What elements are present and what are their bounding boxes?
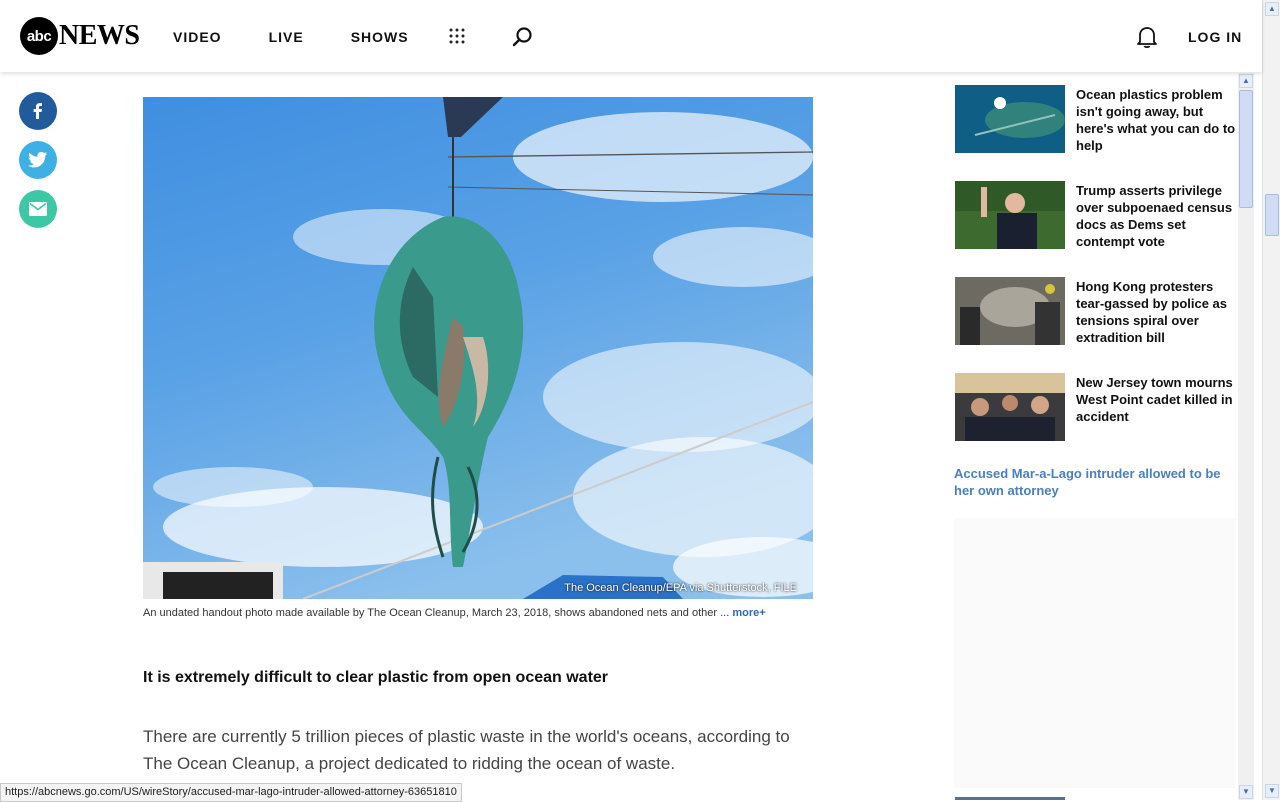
apps-grid-icon[interactable] <box>448 27 466 45</box>
ocean-nets-image <box>143 97 813 599</box>
sidebar-story[interactable]: New Jersey town mourns West Point cadet … <box>955 373 1238 441</box>
scroll-up-arrow-icon[interactable]: ▲ <box>1239 74 1253 88</box>
site-header: abc NEWS VIDEO LIVE SHOWS LOG IN <box>0 0 1262 72</box>
story-thumbnail <box>955 181 1065 249</box>
story-thumbnail <box>955 277 1065 345</box>
ad-placeholder <box>954 518 1236 788</box>
scrollbar-thumb[interactable] <box>1239 90 1253 208</box>
facebook-share-button[interactable] <box>19 92 57 130</box>
notification-bell-icon[interactable] <box>1136 25 1158 49</box>
related-stories-sidebar: Ocean plastics problem isn't going away,… <box>944 72 1238 800</box>
story-thumbnail <box>955 85 1065 153</box>
main-nav: VIDEO LIVE SHOWS <box>173 29 456 45</box>
page-scrollbar[interactable]: ▲ ▼ <box>1262 0 1280 800</box>
abc-logo-mark: abc <box>20 17 58 55</box>
twitter-share-button[interactable] <box>19 141 57 179</box>
caption-more-link[interactable]: more+ <box>732 607 765 619</box>
related-story-link[interactable]: Accused Mar-a-Lago intruder allowed to b… <box>954 465 1236 499</box>
caption-text: An undated handout photo made available … <box>143 607 730 619</box>
sidebar-scrollbar[interactable]: ▲ ▼ <box>1238 73 1254 800</box>
photo-credit: The Ocean Cleanup/EPA via Shutterstock, … <box>564 582 797 594</box>
sidebar-story[interactable]: Trump asserts privilege over subpoenaed … <box>955 181 1238 249</box>
article-subheading: It is extremely difficult to clear plast… <box>143 669 609 686</box>
nav-video[interactable]: VIDEO <box>173 29 222 45</box>
facebook-icon <box>33 103 42 119</box>
email-share-button[interactable] <box>19 190 57 228</box>
story-title[interactable]: Ocean plastics problem isn't going away,… <box>1076 86 1241 154</box>
scroll-down-arrow-icon[interactable]: ▼ <box>1265 784 1279 798</box>
browser-status-bar-url: https://abcnews.go.com/US/wireStory/accu… <box>0 783 462 802</box>
scroll-down-arrow-icon[interactable]: ▼ <box>1239 785 1253 799</box>
email-icon <box>29 202 47 216</box>
sidebar-story[interactable]: Hong Kong protesters tear-gassed by poli… <box>955 277 1238 345</box>
abc-news-logo[interactable]: abc NEWS <box>20 17 140 55</box>
story-thumbnail <box>955 373 1065 441</box>
story-title[interactable]: Trump asserts privilege over subpoenaed … <box>1076 182 1241 250</box>
scroll-up-arrow-icon[interactable]: ▲ <box>1265 2 1279 16</box>
nav-live[interactable]: LIVE <box>269 29 304 45</box>
scrollbar-thumb[interactable] <box>1265 194 1279 236</box>
article-body-paragraph: There are currently 5 trillion pieces of… <box>143 727 790 773</box>
twitter-icon <box>28 151 48 168</box>
news-wordmark: NEWS <box>59 20 140 51</box>
sidebar-story[interactable]: Ocean plastics problem isn't going away,… <box>955 85 1238 153</box>
photo-caption: An undated handout photo made available … <box>143 607 813 619</box>
nav-shows[interactable]: SHOWS <box>351 29 409 45</box>
search-icon[interactable] <box>512 26 534 48</box>
story-title[interactable]: Hong Kong protesters tear-gassed by poli… <box>1076 278 1241 346</box>
login-button[interactable]: LOG IN <box>1188 29 1242 45</box>
story-title[interactable]: New Jersey town mourns West Point cadet … <box>1076 374 1241 425</box>
article-hero-photo: The Ocean Cleanup/EPA via Shutterstock, … <box>143 97 813 599</box>
